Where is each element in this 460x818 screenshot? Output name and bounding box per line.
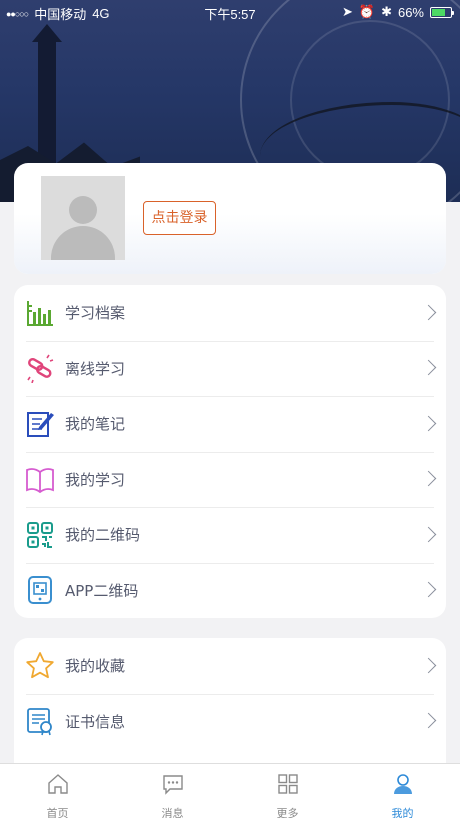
avatar[interactable] [41, 176, 125, 260]
offline-link-icon [25, 353, 55, 384]
user-icon [391, 772, 415, 801]
menu-item-label: 我的二维码 [65, 526, 141, 545]
message-icon [161, 772, 185, 801]
certificate-icon [25, 706, 55, 736]
login-button[interactable]: 点击登录 [143, 201, 216, 235]
menu-item-secondary-0[interactable]: 我的收藏 [14, 638, 446, 694]
alarm-icon: ⏰ [358, 4, 376, 19]
tab-home[interactable]: 首页 [0, 764, 115, 818]
battery-icon [430, 6, 454, 18]
notes-icon [25, 409, 55, 439]
menu-item-label: 我的收藏 [65, 657, 126, 676]
status-bar: ●●○○○ 中国移动 4G 下午5:57 ➤ ⏰ ✱ 66% [0, 0, 460, 24]
chevron-right-icon [420, 415, 437, 432]
profile-card: 点击登录 [14, 163, 446, 274]
bluetooth-icon: ✱ [381, 4, 392, 19]
battery-percent: 66% [397, 4, 424, 20]
menu-item-primary-1[interactable]: 离线学习 [14, 340, 446, 397]
menu-item-label: 学习档案 [65, 304, 126, 323]
book-icon [25, 464, 55, 494]
menu-item-label: APP二维码 [65, 581, 139, 600]
qrcode-icon [25, 520, 55, 550]
menu-item-primary-2[interactable]: 我的笔记 [14, 396, 446, 452]
menu-item-label: 我的学习 [65, 470, 126, 489]
star-icon [25, 651, 55, 681]
chart-bars-icon [25, 298, 55, 328]
chevron-right-icon [420, 304, 437, 321]
menu-item-label: 证书信息 [65, 712, 126, 731]
chevron-right-icon [420, 359, 437, 376]
app-qrcode-icon [25, 575, 55, 605]
menu-card-secondary: 我的收藏 证书信息 [14, 638, 446, 778]
tab-label: 消息 [161, 807, 184, 818]
home-icon [46, 772, 70, 801]
tab-label: 更多 [276, 807, 299, 818]
menu-item-primary-4[interactable]: 我的二维码 [14, 507, 446, 563]
menu-item-label: 离线学习 [65, 359, 126, 378]
tab-bar: 首页 消息 更多 我的 [0, 763, 460, 818]
location-icon: ➤ [341, 4, 353, 19]
chevron-right-icon [420, 526, 437, 543]
chevron-right-icon [420, 470, 437, 487]
tab-message[interactable]: 消息 [115, 764, 230, 818]
menu-card-primary: 学习档案离线学习我的笔记我的学习我的二维码 APP二维码 [14, 285, 446, 618]
chevron-right-icon [420, 657, 437, 674]
grid-icon [276, 772, 300, 801]
menu-item-primary-3[interactable]: 我的学习 [14, 451, 446, 508]
tab-user[interactable]: 我的 [345, 764, 460, 818]
menu-item-label: 我的笔记 [65, 415, 126, 434]
tab-label: 我的 [391, 807, 414, 818]
menu-item-secondary-1[interactable]: 证书信息 [14, 693, 446, 750]
menu-item-primary-0[interactable]: 学习档案 [14, 285, 446, 341]
chevron-right-icon [420, 581, 437, 598]
tab-grid[interactable]: 更多 [230, 764, 345, 818]
menu-item-primary-5[interactable]: APP二维码 [14, 562, 446, 619]
chevron-right-icon [420, 712, 437, 729]
tab-label: 首页 [46, 807, 69, 818]
